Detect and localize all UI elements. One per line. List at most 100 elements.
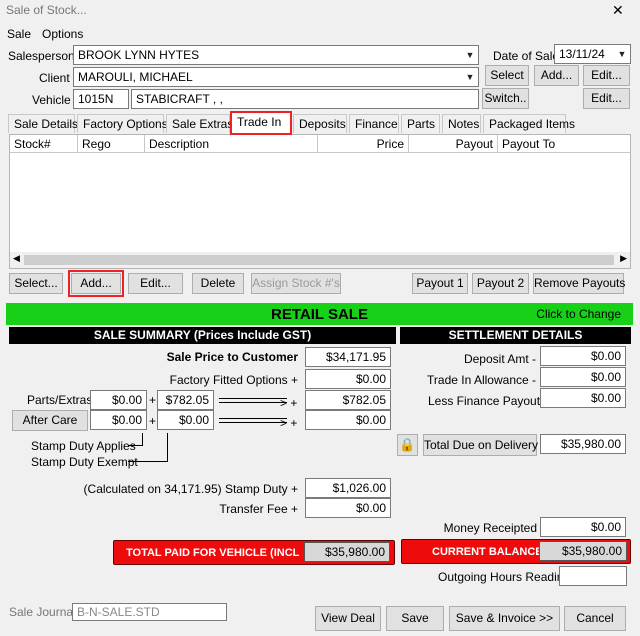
money-receipted-label: Money Receipted [443, 521, 537, 535]
tab-trade-in[interactable]: Trade In [230, 111, 292, 135]
total-due-delivery-button[interactable]: Total Due on Delivery [423, 434, 538, 456]
arrow-plus: > + [280, 416, 298, 430]
menu-sale[interactable]: Sale [7, 27, 31, 41]
date-of-sale-picker[interactable]: 13/11/24 ▼ [554, 44, 631, 64]
chevron-down-icon: ▼ [463, 47, 477, 63]
salesperson-select[interactable]: BROOK LYNN HYTES ▼ [73, 45, 479, 65]
scrollbar-thumb[interactable] [24, 255, 614, 265]
parts-extras-label: Parts/Extras [27, 393, 93, 407]
assign-stock-button[interactable]: Assign Stock #'s [251, 273, 341, 294]
transfer-fee-field[interactable]: $0.00 [305, 498, 391, 518]
horizontal-scrollbar[interactable]: ◀ ▶ [10, 252, 630, 268]
view-deal-button[interactable]: View Deal [315, 606, 381, 631]
save-invoice-button[interactable]: Save & Invoice >> [449, 606, 560, 631]
scroll-left-icon[interactable]: ◀ [13, 253, 20, 264]
connector-line [167, 433, 168, 462]
save-button[interactable]: Save [386, 606, 444, 631]
finance-payouts-field[interactable]: $0.00 [540, 388, 626, 408]
money-receipted-field[interactable]: $0.00 [540, 517, 626, 537]
outgoing-hours-field[interactable] [559, 566, 627, 586]
plus-sign: + [149, 414, 157, 428]
stamp-duty-field[interactable]: $1,026.00 [305, 478, 391, 498]
column-header-price[interactable]: Price [318, 135, 409, 153]
tab-strip: Sale Details Factory Options Sale Extras… [8, 111, 632, 135]
menu-options[interactable]: Options [42, 27, 83, 41]
finance-payouts-label: Less Finance Payouts [428, 394, 547, 408]
trade-in-allowance-label: Trade In Allowance - [427, 373, 536, 387]
sale-journal-field[interactable]: B-N-SALE.STD [72, 603, 227, 621]
current-balance-field: $35,980.00 [539, 541, 627, 561]
edit-tradein-button[interactable]: Edit... [128, 273, 183, 294]
client-edit-button[interactable]: Edit... [583, 65, 630, 86]
sale-type-banner[interactable]: RETAIL SALE Click to Change [6, 303, 633, 325]
client-label: Client [39, 71, 70, 85]
transfer-fee-label: Transfer Fee + [219, 502, 298, 516]
stamp-duty-applies-option[interactable]: Stamp Duty Applies [31, 439, 136, 453]
tab-sale-extras[interactable]: Sale Extras [166, 114, 233, 133]
client-select-button[interactable]: Select [485, 65, 529, 86]
sale-journal-label: Sale Journal [9, 605, 76, 619]
parts-extras-total[interactable]: $782.05 [305, 390, 391, 410]
payout-2-button[interactable]: Payout 2 [472, 273, 529, 294]
remove-payouts-button[interactable]: Remove Payouts [533, 273, 625, 294]
total-paid-box: TOTAL PAID FOR VEHICLE (INCL $35,980.00 [113, 540, 395, 565]
scroll-right-icon[interactable]: ▶ [620, 253, 627, 264]
tab-deposits[interactable]: Deposits [293, 114, 347, 133]
click-to-change-hint: Click to Change [536, 307, 621, 321]
column-header-stock[interactable]: Stock# [10, 135, 78, 153]
window-title: Sale of Stock... [6, 3, 87, 17]
column-header-payout-to[interactable]: Payout To [498, 135, 630, 153]
tab-notes[interactable]: Notes [442, 114, 481, 133]
factory-options-field[interactable]: $0.00 [305, 369, 391, 389]
column-header-rego[interactable]: Rego [78, 135, 145, 153]
after-care-field-b[interactable]: $0.00 [157, 410, 214, 430]
payout-1-button[interactable]: Payout 1 [412, 273, 468, 294]
total-paid-field: $35,980.00 [304, 542, 390, 562]
column-header-payout[interactable]: Payout [409, 135, 498, 153]
delete-tradein-button[interactable]: Delete [192, 273, 244, 294]
equals-line [219, 418, 287, 423]
tab-parts[interactable]: Parts [401, 114, 440, 133]
client-value: MAROULI, MICHAEL [78, 70, 193, 84]
trade-in-allowance-field[interactable]: $0.00 [540, 367, 626, 387]
vehicle-edit-button[interactable]: Edit... [583, 88, 630, 109]
sale-price-field[interactable]: $34,171.95 [305, 347, 391, 367]
close-icon[interactable]: ✕ [612, 2, 624, 19]
equals-line [219, 398, 287, 403]
deposit-amt-field[interactable]: $0.00 [540, 346, 626, 366]
parts-extras-field-b[interactable]: $782.05 [157, 390, 214, 410]
vehicle-switch-button[interactable]: Switch.. [482, 88, 529, 109]
tab-factory-options[interactable]: Factory Options [77, 114, 168, 133]
date-of-sale-label: Date of Sale [493, 49, 560, 63]
stamp-duty-exempt-option[interactable]: Stamp Duty Exempt [31, 455, 138, 469]
tab-finance[interactable]: Finance [349, 114, 399, 133]
vehicle-stock-field[interactable]: 1015N [73, 89, 129, 109]
tab-packaged-items[interactable]: Packaged Items [483, 114, 575, 133]
cancel-button[interactable]: Cancel [564, 606, 626, 631]
factory-options-label: Factory Fitted Options + [169, 373, 298, 387]
lock-icon[interactable]: 🔒 [397, 434, 418, 456]
client-add-button[interactable]: Add... [534, 65, 579, 86]
select-tradein-button[interactable]: Select... [9, 273, 63, 294]
tab-sale-details[interactable]: Sale Details [8, 114, 78, 133]
deposit-amt-label: Deposit Amt - [463, 352, 536, 366]
arrow-plus: > + [280, 396, 298, 410]
trade-in-grid[interactable]: Stock# Rego Description Price Payout Pay… [9, 134, 631, 269]
total-due-delivery-field[interactable]: $35,980.00 [540, 434, 626, 454]
salesperson-label: Salesperson [8, 49, 75, 63]
salesperson-value: BROOK LYNN HYTES [78, 48, 200, 62]
after-care-total[interactable]: $0.00 [305, 410, 391, 430]
parts-extras-field-a[interactable]: $0.00 [90, 390, 147, 410]
after-care-button[interactable]: After Care [12, 410, 88, 431]
add-tradein-button[interactable]: Add... [68, 270, 124, 297]
outgoing-hours-label: Outgoing Hours Reading [438, 570, 571, 584]
client-select[interactable]: MAROULI, MICHAEL ▼ [73, 67, 479, 87]
sale-summary-heading: SALE SUMMARY (Prices Include GST) [9, 327, 396, 344]
current-balance-box: CURRENT BALANCE $35,980.00 [401, 539, 631, 564]
total-paid-label: TOTAL PAID FOR VEHICLE (INCL [126, 547, 300, 559]
after-care-field-a[interactable]: $0.00 [90, 410, 147, 430]
chevron-down-icon: ▼ [615, 46, 629, 62]
vehicle-description-field[interactable]: STABICRAFT , , [131, 89, 479, 109]
sale-price-label: Sale Price to Customer [166, 350, 298, 364]
column-header-description[interactable]: Description [145, 135, 318, 153]
